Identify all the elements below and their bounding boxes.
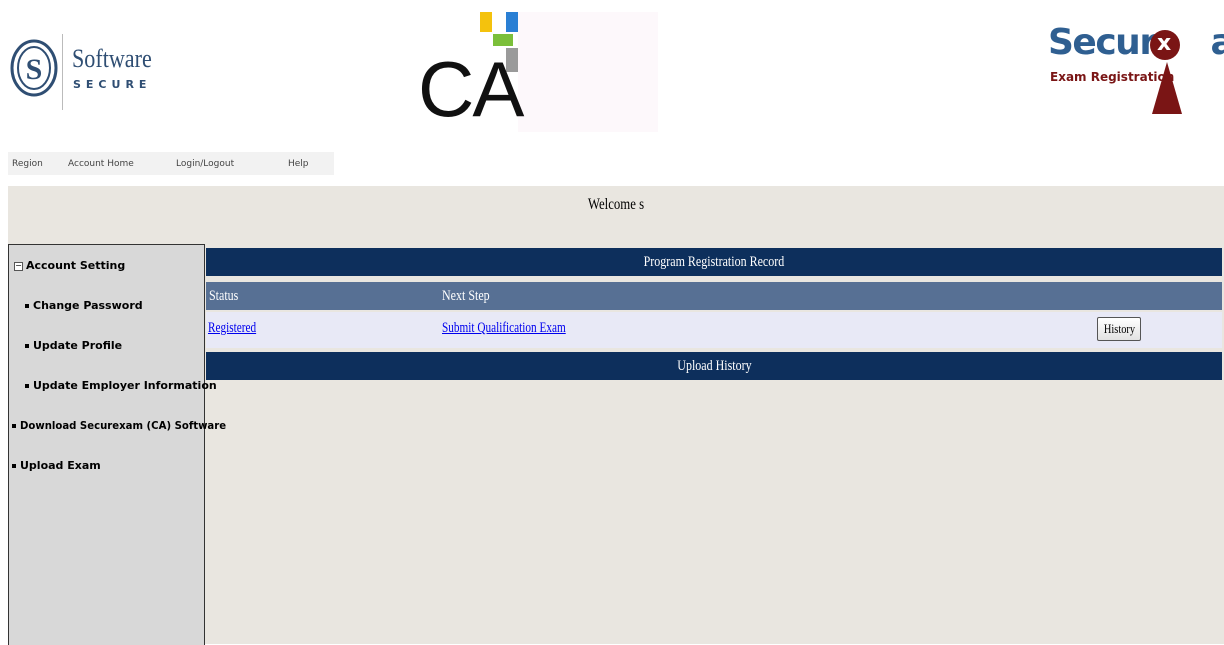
- history-button[interactable]: History: [1097, 317, 1141, 341]
- next-step-link[interactable]: Submit Qualification Exam: [442, 320, 566, 337]
- nav-region[interactable]: Region: [12, 159, 43, 169]
- upload-history-title: Upload History: [676, 358, 752, 374]
- sidebar-item-update-profile[interactable]: Update Profile: [25, 339, 122, 352]
- software-secure-logo: S Software SECURE: [10, 34, 160, 114]
- program-registration-header: Program Registration Record: [206, 248, 1222, 276]
- history-button-label: History: [1103, 321, 1135, 336]
- top-nav: Region Account Home Login/Logout Help: [8, 152, 334, 175]
- securexam-word: Secuream: [1048, 22, 1224, 63]
- logo-divider: [62, 34, 63, 110]
- sidebar-item-label: Upload Exam: [20, 459, 101, 472]
- table-header-row: Status Next Step: [206, 282, 1222, 343]
- securexam-word-end: am: [1210, 22, 1224, 63]
- software-secure-emblem-icon: S: [10, 39, 58, 97]
- software-secure-line1: Software: [72, 44, 152, 73]
- svg-text:S: S: [26, 53, 43, 86]
- securexam-x-icon: x: [1150, 30, 1180, 60]
- software-secure-line2: SECURE: [73, 78, 152, 91]
- ca-logo-background: [518, 12, 658, 132]
- bullet-icon: [25, 344, 29, 348]
- nav-login-logout[interactable]: Login/Logout: [176, 159, 234, 169]
- sidebar-item-label: Change Password: [33, 299, 143, 312]
- bullet-icon: [12, 424, 16, 428]
- ca-logo-text: CA: [418, 45, 524, 133]
- welcome-message: Welcome s: [587, 196, 645, 213]
- table-row: Registered Submit Qualification Exam His…: [206, 312, 1222, 348]
- ca-logo: CA: [418, 10, 658, 136]
- sidebar-item-upload-exam[interactable]: Upload Exam: [12, 459, 101, 472]
- sidebar-item-label: Account Setting: [26, 259, 126, 272]
- column-header-next-step: Next Step: [442, 288, 490, 304]
- bullet-icon: [25, 304, 29, 308]
- sidebar-item-account-setting[interactable]: − Account Setting: [14, 259, 125, 272]
- sidebar: − Account Setting Change Password Update …: [8, 244, 226, 645]
- column-header-status: Status: [209, 288, 239, 304]
- securexam-subtitle: Exam Registration: [1050, 70, 1175, 84]
- sidebar-item-update-employer-information[interactable]: Update Employer Information: [25, 379, 217, 392]
- program-registration-title: Program Registration Record: [643, 254, 785, 270]
- sidebar-item-label: Download Securexam (CA) Software: [20, 419, 227, 432]
- nav-help[interactable]: Help: [288, 159, 309, 169]
- bullet-icon: [25, 384, 29, 388]
- status-link[interactable]: Registered: [208, 320, 256, 337]
- sidebar-item-download-software[interactable]: Download Securexam (CA) Software: [12, 419, 244, 432]
- sidebar-item-label: Update Profile: [33, 339, 123, 352]
- nav-account-home[interactable]: Account Home: [68, 159, 134, 169]
- upload-history-header: Upload History: [206, 352, 1222, 380]
- sidebar-item-label: Update Employer Information: [33, 379, 217, 392]
- ca-square-yellow: [480, 12, 492, 32]
- sidebar-item-change-password[interactable]: Change Password: [25, 299, 143, 312]
- ca-square-blue: [506, 12, 518, 32]
- collapse-minus-icon[interactable]: −: [14, 261, 23, 271]
- securexam-x-letter: x: [1157, 31, 1172, 56]
- bullet-icon: [12, 464, 16, 468]
- securexam-logo: Secuream x Exam Registration: [1044, 22, 1224, 122]
